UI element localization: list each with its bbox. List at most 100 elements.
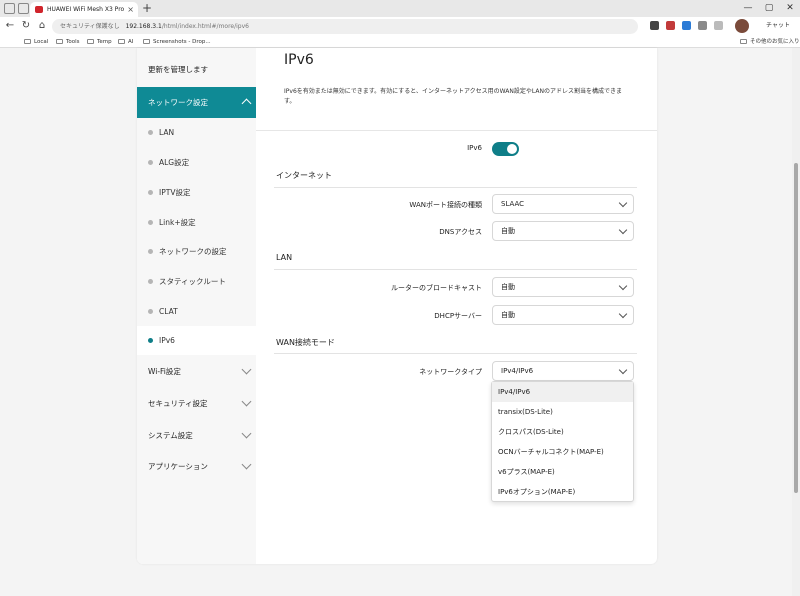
router-broadcast-select[interactable]: 自動 (492, 277, 634, 297)
insecure-label: セキュリティ保護なし (60, 23, 120, 30)
mail-extension-icon[interactable] (666, 21, 675, 30)
ipv6-label: IPv6 (467, 144, 482, 152)
section-divider (274, 269, 637, 270)
sidebar-item-network-settings[interactable]: ネットワークの設定 (137, 237, 256, 266)
sidebar-group-network[interactable]: ネットワーク設定 (137, 87, 256, 118)
main-content: IPv6 IPv6を有効または無効にできます。有効にすると、インターネットアクセ… (256, 48, 657, 564)
network-type-select[interactable]: IPv4/IPv6 (492, 361, 634, 381)
sidebar-item-clat[interactable]: CLAT (137, 297, 256, 326)
browser-tab-bar: HUAWEI WiFi Mesh X3 Pro × + — ▢ ✕ (0, 0, 800, 17)
workspaces-icon[interactable] (4, 3, 15, 14)
favorites-icon[interactable] (714, 21, 723, 30)
maximize-button[interactable]: ▢ (759, 0, 779, 17)
folder-icon (87, 39, 94, 44)
browser-tab[interactable]: HUAWEI WiFi Mesh X3 Pro × (30, 2, 138, 17)
folder-icon (56, 39, 63, 44)
extension-grey-icon[interactable] (698, 21, 707, 30)
chat-button[interactable]: チャット (766, 20, 790, 32)
sidebar-item-lan[interactable]: LAN (137, 118, 256, 147)
page-title: IPv6 (284, 52, 314, 68)
ipv6-toggle[interactable] (492, 142, 519, 156)
page-scrollbar[interactable] (792, 48, 800, 596)
sidebar-group-label: ネットワーク設定 (148, 98, 208, 107)
back-icon[interactable]: ← (3, 19, 17, 33)
url-host: 192.168.3.1 (125, 23, 162, 30)
address-toolbar: ← ↻ ⌂ セキュリティ保護なし 192.168.3.1/html/index.… (0, 17, 800, 36)
sidebar-group-wifi[interactable]: Wi-Fi設定 (137, 356, 256, 387)
router-broadcast-label: ルーターのブロードキャスト (391, 284, 482, 292)
toggle-knob (507, 144, 517, 154)
dropdown-option[interactable]: IPv4/IPv6 (492, 382, 633, 402)
network-type-dropdown: IPv4/IPv6 transix(DS-Lite) クロスパス(DS-Lite… (491, 381, 634, 502)
settings-card: 更新を管理します ネットワーク設定 LAN ALG設定 IPTV設定 Link+… (137, 48, 657, 564)
dropdown-option[interactable]: OCNバーチャルコネクト(MAP-E) (492, 442, 633, 462)
bookmark-ai[interactable]: AI (118, 36, 133, 48)
dropdown-option[interactable]: v6プラス(MAP-E) (492, 462, 633, 482)
cloud-folder-icon (143, 39, 150, 44)
bullet-icon (148, 130, 153, 135)
dns-label: DNSアクセス (439, 228, 482, 236)
bullet-icon (148, 249, 153, 254)
scrollbar-thumb[interactable] (794, 163, 798, 493)
sidebar-item-ipv6[interactable]: IPv6 (137, 326, 256, 355)
extension-blue-icon[interactable] (682, 21, 691, 30)
dropdown-option[interactable]: transix(DS-Lite) (492, 402, 633, 422)
chevron-down-icon (241, 388, 251, 419)
url-path: /html/index.html#/more/ipv6 (161, 23, 249, 30)
reload-icon[interactable]: ↻ (19, 19, 33, 33)
sidebar-item-alg[interactable]: ALG設定 (137, 148, 256, 177)
sidebar-item-linkplus[interactable]: Link+設定 (137, 208, 256, 237)
other-favorites[interactable]: その他のお気に入り (740, 36, 800, 48)
chevron-down-icon (618, 365, 628, 375)
bookmark-temp[interactable]: Temp (87, 36, 112, 48)
chevron-down-icon (618, 309, 628, 319)
profile-avatar[interactable] (735, 19, 749, 33)
sidebar-item-iptv[interactable]: IPTV設定 (137, 178, 256, 207)
sidebar-item-static-route[interactable]: スタティックルート (137, 267, 256, 296)
bookmark-local[interactable]: Local (24, 36, 48, 48)
huawei-favicon-icon (35, 6, 43, 13)
chevron-up-icon (241, 87, 251, 118)
dns-select[interactable]: 自動 (492, 221, 634, 241)
close-window-button[interactable]: ✕ (780, 0, 800, 17)
chevron-down-icon (241, 356, 251, 387)
extension-n-icon[interactable] (650, 21, 659, 30)
page-description: IPv6を有効または無効にできます。有効にすると、インターネットアクセス用のWA… (284, 88, 622, 105)
network-type-label: ネットワークタイプ (419, 368, 482, 376)
bullet-icon (148, 160, 153, 165)
folder-icon (740, 39, 747, 44)
minimize-button[interactable]: — (738, 0, 758, 17)
bookmarks-bar: Local Tools Temp AI Screenshots - Drop..… (0, 36, 800, 48)
folder-icon (24, 39, 31, 44)
bullet-icon (148, 279, 153, 284)
tab-close-icon[interactable]: × (127, 2, 134, 17)
divider (256, 130, 657, 131)
sidebar-item-update[interactable]: 更新を管理します (148, 64, 208, 75)
home-icon[interactable]: ⌂ (35, 19, 49, 33)
dropdown-option[interactable]: クロスパス(DS-Lite) (492, 422, 633, 442)
dhcp-select[interactable]: 自動 (492, 305, 634, 325)
section-internet: インターネット (276, 171, 332, 180)
bullet-icon (148, 190, 153, 195)
bookmark-tools[interactable]: Tools (56, 36, 80, 48)
tab-actions-icon[interactable] (18, 3, 29, 14)
dropdown-option[interactable]: IPv6オプション(MAP-E) (492, 482, 633, 502)
sidebar-group-system[interactable]: システム設定 (137, 420, 256, 451)
chevron-down-icon (241, 451, 251, 482)
dhcp-label: DHCPサーバー (434, 312, 482, 320)
bullet-icon (148, 309, 153, 314)
section-wan-mode: WAN接続モード (276, 338, 335, 347)
active-bullet-icon (148, 338, 153, 343)
sidebar-group-security[interactable]: セキュリティ設定 (137, 388, 256, 419)
chevron-down-icon (618, 281, 628, 291)
section-divider (274, 353, 637, 354)
folder-icon (118, 39, 125, 44)
url-input[interactable]: セキュリティ保護なし 192.168.3.1/html/index.html#/… (52, 19, 638, 34)
new-tab-button[interactable]: + (142, 0, 152, 17)
wan-type-label: WANポート接続の種類 (409, 201, 482, 209)
tab-title: HUAWEI WiFi Mesh X3 Pro (47, 6, 125, 13)
bullet-icon (148, 220, 153, 225)
wan-type-select[interactable]: SLAAC (492, 194, 634, 214)
sidebar-group-applications[interactable]: アプリケーション (137, 451, 256, 482)
bookmark-screenshots[interactable]: Screenshots - Drop... (143, 36, 211, 48)
